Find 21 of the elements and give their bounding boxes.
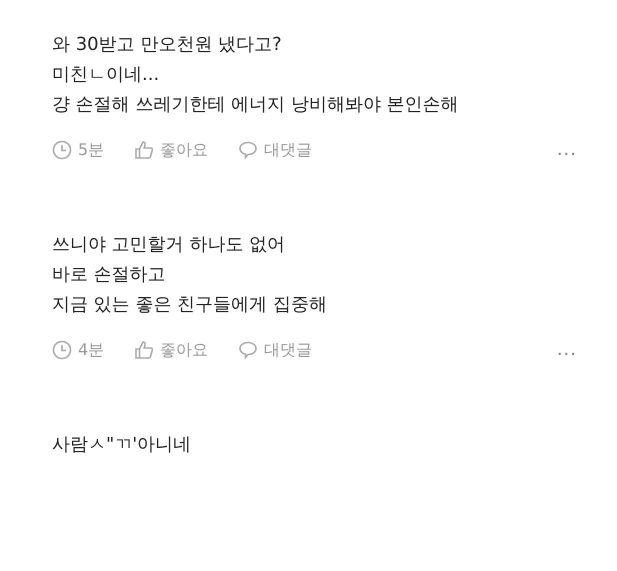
comment-text: 미친ㄴ이네... <box>52 63 160 87</box>
thumbs-up-icon <box>134 340 154 360</box>
comment-text: 바로 손절하고 <box>52 263 167 287</box>
like-link[interactable]: 좋아요 <box>160 338 208 362</box>
time-label: 4분 <box>78 339 104 361</box>
reply-link[interactable]: 대댓글 <box>264 338 312 362</box>
comment-text: 지금 있는 좋은 친구들에게 집중해 <box>52 293 328 317</box>
clock-icon <box>52 340 72 360</box>
more-button[interactable]: ... <box>556 141 577 159</box>
thumbs-up-icon <box>134 140 154 160</box>
speech-bubble-icon <box>238 340 258 360</box>
clock-icon <box>52 140 72 160</box>
comment-text: 쓰니야 고민할거 하나도 없어 <box>52 233 286 257</box>
comment-text: 와 30받고 만오천원 냈다고? <box>52 33 283 57</box>
reply-link[interactable]: 대댓글 <box>264 138 312 162</box>
time-label: 5분 <box>78 139 104 161</box>
comment-text: 사람ㅅ"ㄲ'아니네 <box>52 433 192 457</box>
comment-text: 걍 손절해 쓰레기한테 에너지 낭비해봐야 본인손해 <box>52 93 460 117</box>
speech-bubble-icon <box>238 140 258 160</box>
more-button[interactable]: ... <box>556 341 577 359</box>
like-link[interactable]: 좋아요 <box>160 138 208 162</box>
